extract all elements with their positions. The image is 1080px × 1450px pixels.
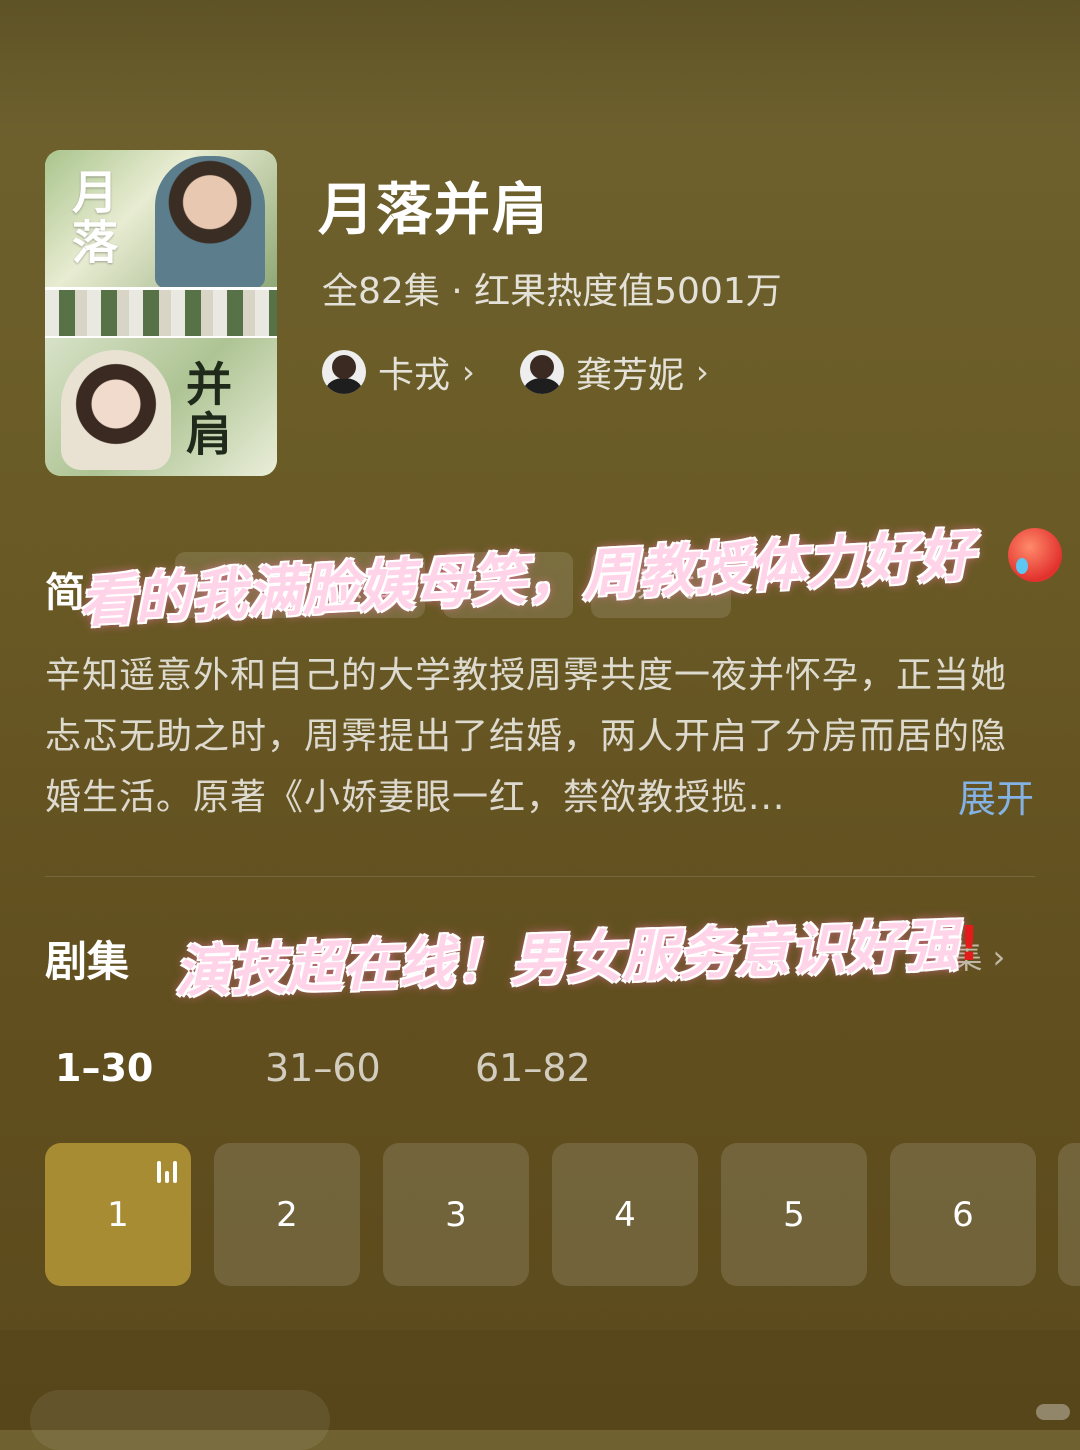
section-divider <box>45 876 1035 877</box>
episode-number: 6 <box>952 1194 974 1235</box>
cast-name: 龚芳妮 <box>576 355 685 396</box>
episode-number: 5 <box>783 1194 805 1235</box>
poster-calligraphy-top: 月落 <box>65 168 119 268</box>
poster-calligraphy-bottom: 并肩 <box>179 360 233 460</box>
expand-link[interactable]: 展开 <box>958 768 1034 823</box>
chevron-right-icon: › <box>992 938 1006 976</box>
episode-tile-peek[interactable] <box>1058 1143 1080 1286</box>
chevron-right-icon: › <box>462 353 475 391</box>
cast-name: 卡戎 <box>378 355 451 396</box>
watermark-badge <box>1036 1404 1070 1420</box>
episode-tile[interactable]: 3 <box>383 1143 529 1286</box>
episode-tile[interactable]: 2 <box>214 1143 360 1286</box>
exclamation-mark: ! <box>958 916 980 972</box>
overlay-caption-1: 看的我满脸姨母笑，周教授体力好好 <box>77 523 976 636</box>
episode-number: 2 <box>276 1194 298 1235</box>
hot-face-emoji-icon <box>1008 528 1062 582</box>
chevron-right-icon: › <box>696 353 709 391</box>
avatar <box>322 350 366 394</box>
show-poster[interactable]: 月落 并肩 <box>45 150 277 476</box>
poster-female-lead <box>61 350 171 470</box>
overlay-caption-2: 演技超在线！男女服务意识好强 <box>173 913 960 1006</box>
cast-chip-2[interactable]: 龚芳妮 › <box>520 346 709 398</box>
show-title: 月落并肩 <box>318 178 550 243</box>
now-playing-icon <box>157 1157 177 1183</box>
episode-number: 3 <box>445 1194 467 1235</box>
poster-male-lead <box>155 156 265 288</box>
show-meta: 全82集 · 红果热度值5001万 <box>322 271 782 312</box>
episode-tile[interactable]: 5 <box>721 1143 867 1286</box>
range-tab[interactable]: 31–60 <box>265 1046 475 1090</box>
episode-tile[interactable]: 6 <box>890 1143 1036 1286</box>
episode-grid: 1 2 3 4 5 6 <box>45 1143 1036 1286</box>
synopsis-text: 辛知遥意外和自己的大学教授周霁共度一夜并怀孕，正当她忐忑无助之时，周霁提出了结婚… <box>45 655 1008 818</box>
episodes-heading: 剧集 <box>45 937 130 986</box>
avatar <box>520 350 564 394</box>
episode-number: 1 <box>107 1194 129 1235</box>
range-tab[interactable]: 61–82 <box>475 1046 685 1090</box>
episode-number: 4 <box>614 1194 636 1235</box>
bottom-placeholder <box>30 1390 330 1450</box>
episode-tile[interactable]: 1 <box>45 1143 191 1286</box>
range-tab[interactable]: 1–30 <box>55 1046 265 1090</box>
cast-chip-1[interactable]: 卡戎 › <box>322 346 475 398</box>
episode-tile[interactable]: 4 <box>552 1143 698 1286</box>
episode-range-tabs: 1–30 31–60 61–82 <box>55 1046 685 1090</box>
poster-mid-strip <box>45 290 277 336</box>
top-fade <box>0 0 1080 130</box>
